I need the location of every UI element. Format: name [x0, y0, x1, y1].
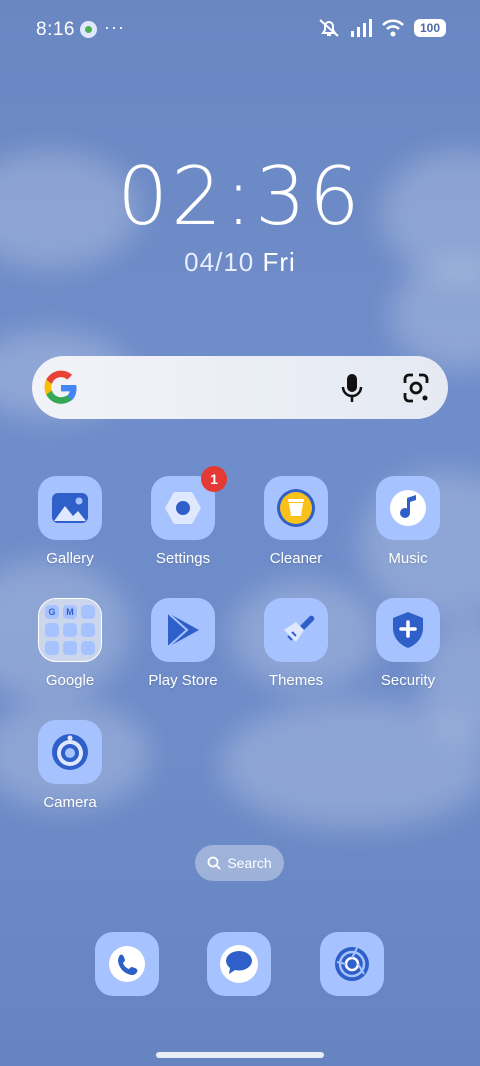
trash-icon[interactable] [264, 476, 328, 540]
app-label: Cleaner [269, 550, 323, 567]
app-label: Gallery [46, 550, 94, 567]
google-search-bar[interactable] [32, 356, 448, 419]
home-gesture-bar[interactable] [156, 1052, 324, 1058]
app-cleaner[interactable]: Cleaner [241, 476, 351, 567]
folder-preview-grid: G M [45, 605, 95, 655]
folder-app-mini-icon [81, 605, 95, 619]
notification-badge: 1 [201, 466, 227, 492]
app-gallery[interactable]: Gallery [15, 476, 125, 567]
dock-browser[interactable] [320, 932, 384, 996]
weekday: Fri [262, 247, 296, 277]
app-label: Camera [43, 794, 97, 811]
signal-icon [351, 19, 372, 37]
phone-icon [109, 946, 145, 982]
date-value: 04/10 [184, 247, 255, 277]
gallery-icon[interactable] [38, 476, 102, 540]
paintbrush-icon[interactable] [264, 598, 328, 662]
microphone-icon[interactable] [337, 371, 367, 405]
wifi-icon [382, 19, 404, 37]
status-bar: 8:16 ··· 100 [0, 0, 480, 60]
app-label: Security [380, 672, 436, 689]
search-label: Search [227, 855, 272, 871]
app-security[interactable]: Security [353, 598, 463, 689]
google-logo-icon[interactable] [42, 369, 80, 407]
silent-mode-icon [319, 19, 339, 37]
browser-icon [335, 947, 369, 981]
app-settings[interactable]: 1 Settings [128, 466, 238, 567]
music-note-icon[interactable] [376, 476, 440, 540]
google-lens-icon[interactable] [401, 371, 431, 405]
app-label: Google [45, 672, 95, 689]
dock-phone[interactable] [95, 932, 159, 996]
folder-app-mini-icon [45, 623, 59, 637]
app-search-button[interactable]: Search [195, 845, 284, 881]
dock-messages[interactable] [207, 932, 271, 996]
notification-app-icon [80, 21, 97, 38]
app-camera[interactable]: Camera [15, 720, 125, 811]
camera-icon[interactable] [38, 720, 102, 784]
folder-app-mini-icon [81, 623, 95, 637]
app-google-folder[interactable]: G M Google [15, 598, 125, 689]
play-store-icon[interactable] [151, 598, 215, 662]
app-label: Play Store [148, 672, 218, 689]
app-label: Themes [268, 672, 324, 689]
shield-plus-icon[interactable] [376, 598, 440, 662]
more-notifications-icon: ··· [104, 17, 125, 37]
clock-widget-date[interactable]: 04/10 Fri [0, 247, 480, 278]
folder-app-mini-icon [45, 641, 59, 655]
app-music[interactable]: Music [353, 476, 463, 567]
messages-icon [220, 945, 258, 983]
app-themes[interactable]: Themes [241, 598, 351, 689]
folder-app-mini-icon: M [63, 605, 77, 619]
search-icon [207, 856, 221, 870]
folder-app-mini-icon: G [45, 605, 59, 619]
status-time: 8:16 [36, 19, 75, 40]
folder-app-mini-icon [81, 641, 95, 655]
battery-indicator: 100 [414, 19, 446, 37]
app-label: Settings [155, 550, 211, 567]
folder-app-mini-icon [63, 641, 77, 655]
app-label: Music [388, 550, 428, 567]
clock-widget-time[interactable]: 02:36 [0, 150, 480, 243]
settings-icon[interactable]: 1 [151, 466, 227, 540]
folder-icon[interactable]: G M [38, 598, 102, 662]
app-play-store[interactable]: Play Store [128, 598, 238, 689]
folder-app-mini-icon [63, 623, 77, 637]
